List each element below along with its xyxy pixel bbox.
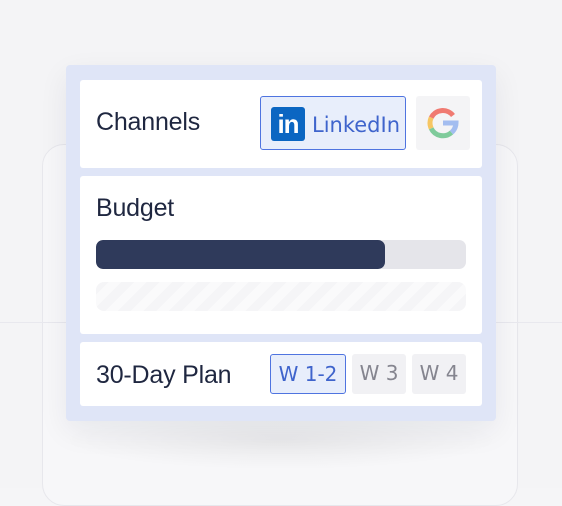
channels-card: Channels in LinkedIn: [80, 80, 482, 168]
budget-card: Budget: [80, 176, 482, 334]
channel-linkedin-button[interactable]: in LinkedIn: [260, 96, 406, 150]
week-4-tab[interactable]: W 4: [412, 354, 466, 394]
google-icon: [427, 108, 459, 139]
budget-title: Budget: [96, 194, 175, 222]
budget-bar[interactable]: [96, 240, 466, 269]
plan-card: 30-Day Plan W 1-2 W 3 W 4: [80, 342, 482, 406]
budget-bar-fill: [96, 240, 385, 269]
week-3-tab[interactable]: W 3: [352, 354, 406, 394]
linkedin-icon: in: [271, 107, 305, 141]
channel-google-button[interactable]: [416, 96, 470, 150]
budget-secondary-bar: [96, 282, 466, 311]
channels-title: Channels: [96, 108, 201, 136]
channel-linkedin-label: LinkedIn: [312, 113, 401, 137]
plan-title: 30-Day Plan: [96, 361, 232, 389]
week-1-2-tab[interactable]: W 1-2: [270, 354, 346, 394]
